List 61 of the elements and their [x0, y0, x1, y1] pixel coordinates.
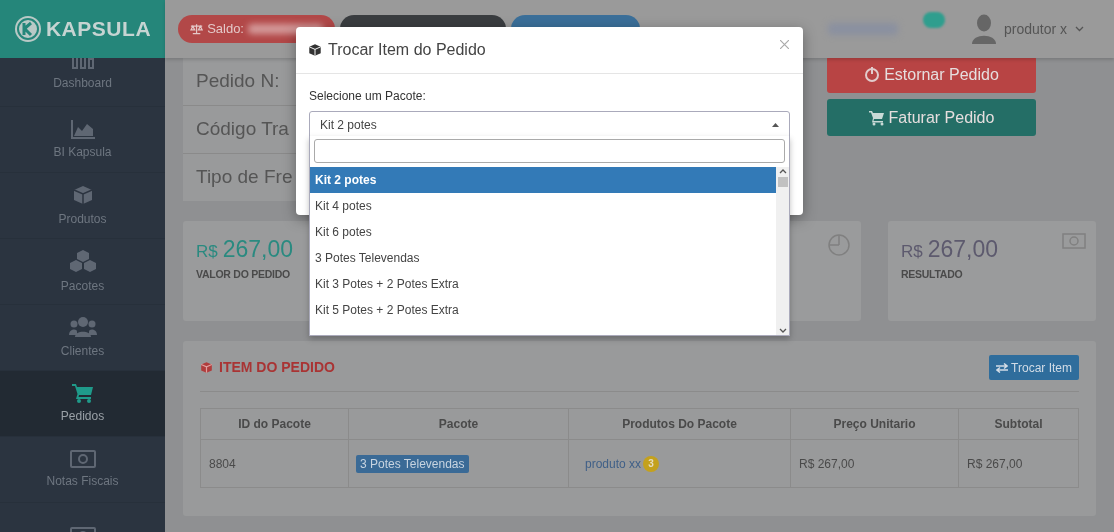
chevron-down-icon[interactable] [778, 328, 787, 333]
chevron-down-icon[interactable] [1075, 26, 1084, 32]
section-title: ITEM DO PEDIDO [219, 358, 335, 377]
column-header: Subtotal [958, 408, 1079, 440]
order-field-label: Pedido N: [196, 68, 280, 93]
modal-title: Trocar Item do Pedido [328, 40, 486, 60]
sidebar-item[interactable]: Dashboard [0, 58, 165, 107]
chevron-up-icon[interactable] [778, 169, 787, 174]
caret-up-icon [772, 123, 779, 127]
product-link[interactable]: produto xx [585, 454, 642, 473]
search-field[interactable] [314, 139, 785, 163]
reverse-order-button[interactable]: Estornar Pedido [827, 56, 1036, 93]
column-header: ID do Pacote [200, 408, 349, 440]
users-icon [68, 315, 97, 338]
user-menu[interactable]: produtor x [1003, 18, 1067, 40]
scrollbar[interactable] [776, 167, 789, 335]
logo-icon [13, 15, 42, 43]
scale-icon [190, 23, 204, 35]
pie-chart-icon [827, 233, 851, 257]
cube-icon [200, 361, 213, 374]
swap-item-button[interactable]: Trocar Item [989, 355, 1079, 380]
cart-icon [868, 109, 885, 126]
cube-icon [308, 43, 322, 57]
order-field-label: Tipo de Fre [196, 165, 293, 190]
sidebar-item[interactable]: Pedidos [0, 371, 165, 437]
column-header: Produtos Do Pacote [568, 408, 791, 440]
table-cell: R$ 267,00 [958, 439, 1079, 488]
notification-badge[interactable] [922, 12, 945, 28]
dropdown-option[interactable]: Kit 6 potes [310, 219, 776, 245]
column-header: Preço Unitario [790, 408, 959, 440]
currency-symbol: R$ [196, 241, 218, 263]
dropdown-option[interactable]: Kit 5 Potes + 2 Potes Extra [310, 297, 776, 323]
package-tag: 3 Potes Televendas [356, 454, 469, 473]
cubes-icon [68, 248, 97, 273]
dropdown-option[interactable]: Kit 2 potes [310, 167, 776, 193]
scrollbar-thumb[interactable] [777, 177, 788, 187]
stat-value: 267,00 [222, 235, 294, 264]
swap-icon [996, 362, 1009, 373]
stat-label: VALOR DO PEDIDO [196, 267, 290, 282]
dropdown-option[interactable]: 3 Potes Televendas [310, 245, 776, 271]
field-label: Selecione um Pacote: [309, 88, 427, 105]
area-icon [69, 118, 96, 139]
dropdown-option[interactable]: Kit 4 potes [310, 193, 776, 219]
stat-label: RESULTADO [901, 267, 963, 282]
order-field-label: Código Tra [196, 117, 289, 142]
money-icon [69, 449, 96, 468]
cube-icon [71, 183, 94, 206]
currency-symbol: R$ [901, 241, 923, 263]
invoice-order-button[interactable]: Faturar Pedido [827, 99, 1036, 136]
money-icon [1062, 233, 1086, 249]
table-cell: R$ 267,00 [790, 439, 959, 488]
column-header: Pacote [348, 408, 569, 440]
cart-icon [71, 382, 94, 403]
count-badge: 3 [643, 455, 660, 472]
logo-text: KAPSULA [45, 16, 152, 43]
table-cell: 8804 [200, 439, 349, 488]
avatar-icon [971, 14, 996, 44]
close-icon[interactable] [780, 39, 789, 49]
stat-value: 267,00 [927, 235, 999, 264]
power-icon [864, 66, 881, 83]
dropdown-option[interactable]: Kit 3 Potes + 2 Potes Extra [310, 271, 776, 297]
